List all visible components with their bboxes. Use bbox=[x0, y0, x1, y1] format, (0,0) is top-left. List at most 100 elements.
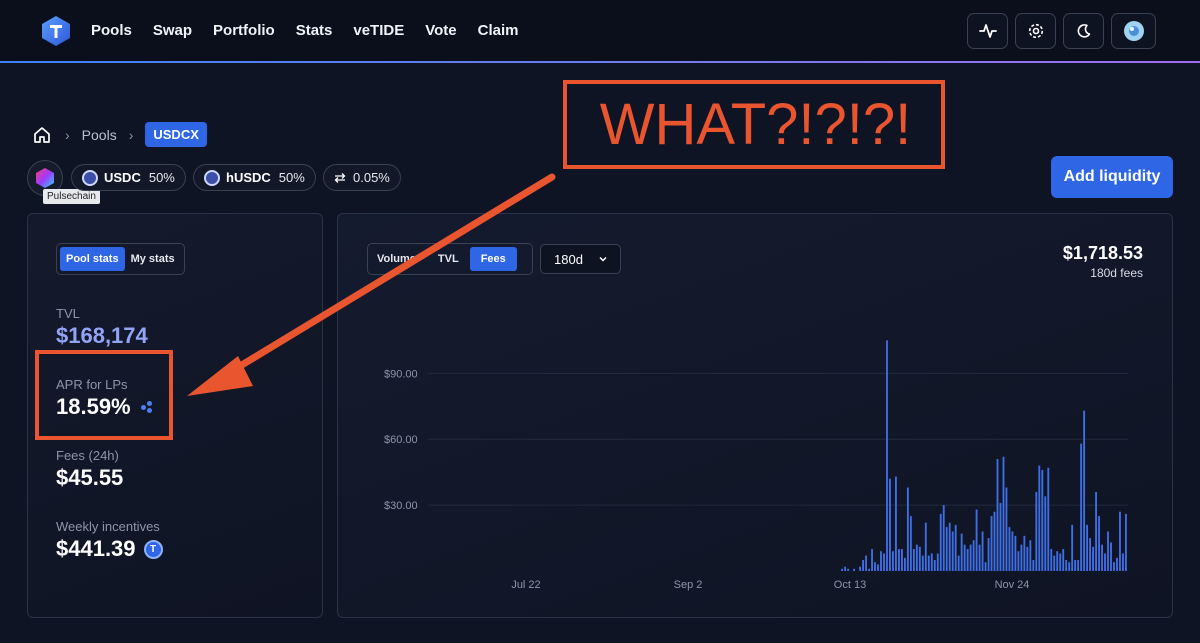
chart-bar[interactable] bbox=[1119, 511, 1121, 571]
nav-link-portfolio[interactable]: Portfolio bbox=[213, 20, 275, 42]
chart-bar[interactable] bbox=[871, 549, 873, 571]
account-button[interactable] bbox=[1111, 13, 1156, 49]
chart-bar[interactable] bbox=[954, 524, 957, 571]
range-select[interactable]: 180d bbox=[540, 244, 621, 274]
nav-link-claim[interactable]: Claim bbox=[478, 20, 519, 42]
chart-bar[interactable] bbox=[1089, 538, 1092, 571]
chart-bar[interactable] bbox=[960, 533, 963, 571]
chart-bar[interactable] bbox=[903, 557, 906, 571]
token-pill-husdc[interactable]: hUSDC 50% bbox=[193, 164, 316, 191]
chart-bar[interactable] bbox=[1098, 516, 1100, 571]
chart-bar[interactable] bbox=[853, 568, 856, 571]
chart-bar[interactable] bbox=[921, 555, 924, 571]
chart-bar[interactable] bbox=[1029, 540, 1032, 571]
chart-bar[interactable] bbox=[1023, 535, 1026, 571]
chart-bar[interactable] bbox=[969, 544, 972, 571]
token-pill-usdc[interactable]: USDC 50% bbox=[71, 164, 186, 191]
chart-bar[interactable] bbox=[1017, 551, 1020, 571]
chart-bar[interactable] bbox=[886, 340, 888, 571]
chart-bar[interactable] bbox=[918, 546, 921, 571]
chart-bar[interactable] bbox=[984, 562, 987, 571]
chart-bar[interactable] bbox=[1065, 560, 1068, 571]
chart-bar[interactable] bbox=[945, 527, 948, 571]
chart-bar[interactable] bbox=[990, 516, 993, 571]
activity-button[interactable] bbox=[967, 13, 1008, 49]
nav-link-vote[interactable]: Vote bbox=[425, 20, 456, 42]
chart-bar[interactable] bbox=[933, 560, 936, 571]
chart-bar[interactable] bbox=[1035, 491, 1038, 571]
chart-bar[interactable] bbox=[1095, 491, 1097, 571]
chart-bar[interactable] bbox=[936, 553, 939, 571]
chart-bar[interactable] bbox=[999, 502, 1002, 571]
chart-bar[interactable] bbox=[978, 544, 981, 571]
chart-bar[interactable] bbox=[909, 516, 912, 571]
chart-bar[interactable] bbox=[981, 531, 984, 571]
chart-bar[interactable] bbox=[1077, 560, 1080, 571]
chart-bar[interactable] bbox=[939, 513, 942, 571]
chart-bar[interactable] bbox=[1074, 560, 1077, 571]
chart-bar[interactable] bbox=[1005, 487, 1008, 571]
tab-fees[interactable]: Fees bbox=[469, 247, 517, 271]
chart-bar[interactable] bbox=[1056, 551, 1059, 571]
chart-bar[interactable] bbox=[1122, 553, 1124, 571]
nav-link-vetide[interactable]: veTIDE bbox=[353, 20, 404, 42]
chart-bar[interactable] bbox=[844, 566, 847, 571]
chart-bar[interactable] bbox=[898, 549, 900, 571]
tab-volume[interactable]: Volume bbox=[371, 247, 427, 271]
chart-bar[interactable] bbox=[1014, 535, 1017, 571]
chart-bar[interactable] bbox=[1080, 443, 1083, 571]
chart-bar[interactable] bbox=[1107, 531, 1109, 571]
chart-bar[interactable] bbox=[1059, 553, 1062, 571]
chart-bar[interactable] bbox=[1053, 555, 1056, 571]
chart-bar[interactable] bbox=[987, 538, 990, 571]
chart-bar[interactable] bbox=[1044, 496, 1047, 571]
chart-bar[interactable] bbox=[966, 549, 969, 571]
chart-bar[interactable] bbox=[912, 549, 915, 571]
chart-bar[interactable] bbox=[1101, 544, 1103, 571]
chart-bar[interactable] bbox=[957, 555, 960, 571]
theme-toggle-button[interactable] bbox=[1063, 13, 1104, 49]
chart-bar[interactable] bbox=[1116, 557, 1118, 571]
chart-bar[interactable] bbox=[877, 564, 879, 571]
chart-bar[interactable] bbox=[847, 568, 850, 571]
chart-bar[interactable] bbox=[1062, 549, 1065, 571]
chart-bar[interactable] bbox=[1002, 456, 1005, 571]
chart-bar[interactable] bbox=[883, 553, 885, 571]
nav-link-pools[interactable]: Pools bbox=[91, 20, 132, 42]
chart-bar[interactable] bbox=[975, 509, 978, 572]
chart-bar[interactable] bbox=[1026, 546, 1029, 571]
home-icon[interactable] bbox=[33, 126, 51, 144]
chart-bar[interactable] bbox=[963, 544, 966, 571]
chart-bar[interactable] bbox=[1008, 527, 1011, 571]
chart-bar[interactable] bbox=[930, 553, 933, 571]
chart-bar[interactable] bbox=[972, 540, 975, 571]
chart-bar[interactable] bbox=[1071, 524, 1074, 571]
chart-bar[interactable] bbox=[915, 544, 918, 571]
chart-bar[interactable] bbox=[1050, 549, 1053, 571]
tide-logo-icon[interactable] bbox=[42, 16, 70, 46]
chart-bar[interactable] bbox=[892, 551, 894, 571]
chart-bar[interactable] bbox=[1038, 465, 1041, 571]
chart-bar[interactable] bbox=[859, 566, 862, 571]
chart-bar[interactable] bbox=[996, 458, 999, 571]
chart-bar[interactable] bbox=[1104, 553, 1106, 571]
chart-bar[interactable] bbox=[900, 549, 903, 571]
settings-button[interactable] bbox=[1015, 13, 1056, 49]
tab-pool-stats[interactable]: Pool stats bbox=[60, 247, 125, 271]
chart-bar[interactable] bbox=[906, 487, 909, 571]
chart-bar[interactable] bbox=[862, 560, 865, 571]
chart-bar[interactable] bbox=[1047, 467, 1050, 571]
chart-bar[interactable] bbox=[993, 511, 996, 571]
chart-bar[interactable] bbox=[1086, 524, 1089, 571]
chart-bar[interactable] bbox=[841, 568, 844, 571]
chart-bar[interactable] bbox=[1092, 546, 1095, 571]
chart-bar[interactable] bbox=[1068, 562, 1071, 571]
nav-link-swap[interactable]: Swap bbox=[153, 20, 192, 42]
chart-bar[interactable] bbox=[868, 568, 870, 571]
nav-link-stats[interactable]: Stats bbox=[296, 20, 333, 42]
chart-bar[interactable] bbox=[1125, 513, 1127, 571]
chart-bar[interactable] bbox=[927, 555, 930, 571]
chart-bar[interactable] bbox=[942, 505, 945, 571]
chart-bar[interactable] bbox=[889, 478, 891, 571]
chart-bar[interactable] bbox=[1113, 562, 1115, 571]
